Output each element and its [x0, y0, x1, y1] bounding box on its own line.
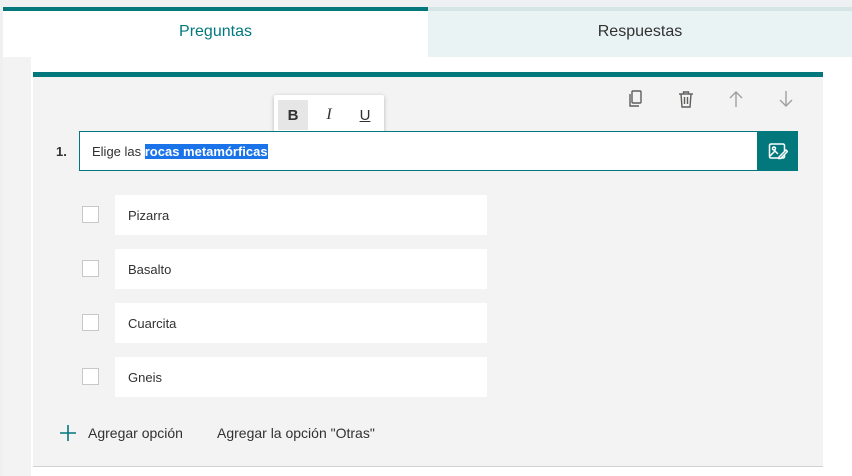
option-checkbox[interactable]	[82, 368, 99, 385]
left-gutter	[3, 57, 31, 476]
question-text-selected: rocas metamórficas	[144, 143, 268, 159]
tab-bar: Preguntas Respuestas	[3, 7, 852, 57]
option-checkbox[interactable]	[82, 206, 99, 223]
option-checkbox[interactable]	[82, 314, 99, 331]
option-row: Basalto	[82, 249, 488, 289]
option-input[interactable]: Gneis	[115, 357, 487, 397]
add-option-label: Agregar opción	[88, 425, 183, 441]
tab-preguntas-label: Preguntas	[179, 23, 252, 40]
underline-button[interactable]: U	[350, 100, 380, 130]
tab-preguntas[interactable]: Preguntas	[3, 7, 428, 57]
insert-image-icon	[768, 143, 788, 160]
option-row: Pizarra	[82, 195, 488, 235]
add-option-button[interactable]: Agregar opción	[59, 422, 183, 444]
option-row: Gneis	[82, 357, 488, 397]
insert-image-button[interactable]	[758, 131, 798, 171]
question-number: 1.	[56, 144, 67, 159]
option-row: Cuarcita	[82, 303, 488, 343]
option-input[interactable]: Basalto	[115, 249, 487, 289]
copy-icon[interactable]	[624, 87, 648, 111]
bold-button[interactable]: B	[278, 100, 308, 130]
tab-respuestas[interactable]: Respuestas	[428, 7, 852, 57]
option-checkbox[interactable]	[82, 260, 99, 277]
tab-respuestas-label: Respuestas	[597, 23, 683, 40]
add-other-option-label: Agregar la opción "Otras"	[217, 425, 375, 441]
plus-icon	[60, 425, 76, 441]
option-input[interactable]: Pizarra	[115, 195, 487, 235]
trash-icon[interactable]	[674, 87, 698, 111]
option-input[interactable]: Cuarcita	[115, 303, 487, 343]
arrow-down-icon[interactable]	[774, 87, 798, 111]
italic-button[interactable]: I	[314, 100, 344, 130]
card-divider	[33, 466, 823, 467]
question-text-plain: Elige las	[92, 143, 145, 159]
add-other-option-button[interactable]: Agregar la opción "Otras"	[217, 422, 375, 444]
arrow-up-icon[interactable]	[724, 87, 748, 111]
question-title-input[interactable]: Elige las rocas metamórficas	[79, 131, 758, 171]
